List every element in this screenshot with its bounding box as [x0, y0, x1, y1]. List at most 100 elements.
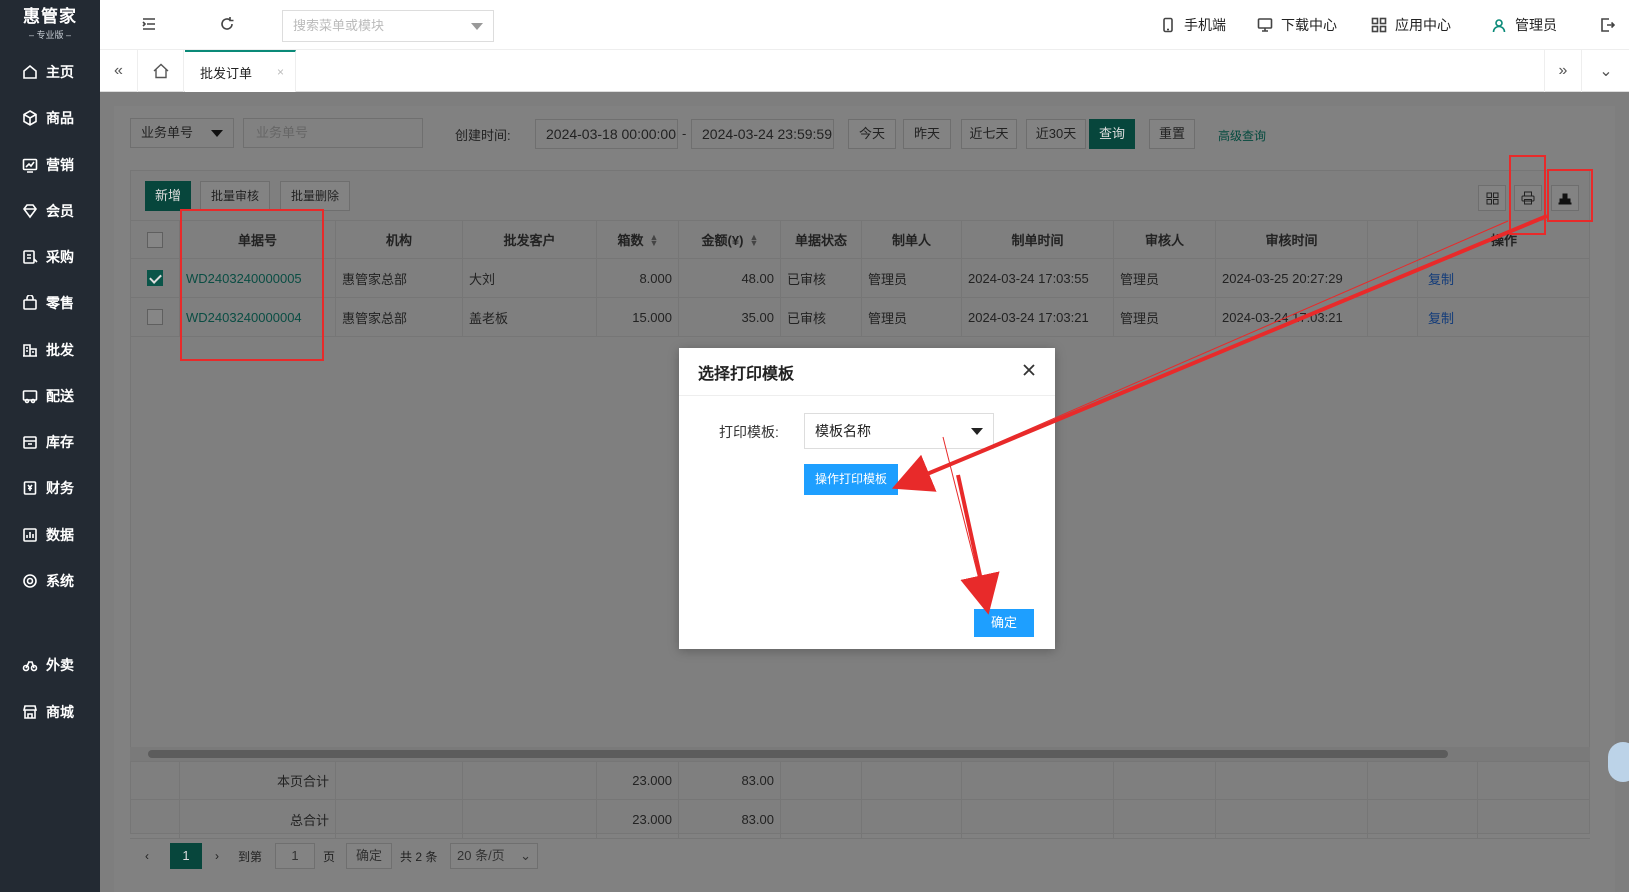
page-total-boxes: 23.000 [597, 762, 679, 799]
last7-button[interactable]: 近七天 [961, 119, 1017, 149]
finance-icon [23, 481, 37, 495]
filter-field-input[interactable]: 业务单号 [243, 118, 423, 148]
header-customer[interactable]: 批发客户 [463, 221, 597, 258]
template-select[interactable]: 模板名称 [804, 413, 994, 449]
sidebar-item-label: 主页 [46, 64, 74, 80]
total-spacer [130, 762, 180, 799]
sidebar-item-system[interactable]: 系统 [0, 566, 100, 596]
row-checkbox[interactable] [146, 309, 163, 325]
dialog-title: 选择打印模板 [679, 348, 1055, 396]
close-icon[interactable]: × [277, 65, 284, 79]
column-settings-button[interactable] [1478, 185, 1506, 211]
logout-button[interactable] [1599, 0, 1623, 50]
sidebar-item-label: 商品 [46, 110, 74, 126]
pager-next[interactable]: › [215, 843, 219, 869]
horizontal-scrollbar[interactable] [130, 747, 1590, 761]
sidebar-item-goods[interactable]: 商品 [0, 103, 100, 133]
grid-icon [1486, 192, 1498, 204]
tabs-prev-button[interactable]: « [100, 50, 138, 92]
confirm-button[interactable]: 确定 [974, 609, 1034, 637]
sidebar-item-purchase[interactable]: 采购 [0, 242, 100, 272]
download-center-link[interactable]: 下载中心 [1257, 0, 1337, 50]
boxes-cell: 8.000 [597, 259, 679, 297]
scroll-thumb[interactable] [148, 750, 1448, 758]
menu-toggle-icon[interactable] [140, 15, 158, 33]
sort-icon[interactable]: ▲ ▼ [749, 232, 758, 247]
search-placeholder: 搜索菜单或模块 [293, 18, 385, 33]
audited-at-cell: 2024-03-25 20:27:29 [1216, 259, 1368, 297]
date-from-input[interactable]: 2024-03-18 00:00:00 [535, 119, 678, 149]
table-row[interactable]: WD2403240000005 惠管家总部 大刘 8.000 48.00 已审核… [130, 259, 1590, 298]
assistant-bubble[interactable] [1608, 742, 1629, 782]
auditor-cell: 管理员 [1114, 259, 1216, 297]
reset-button[interactable]: 重置 [1149, 119, 1195, 149]
filter-field-select[interactable]: 业务单号 [130, 118, 234, 148]
total-spacer [962, 800, 1114, 838]
today-button[interactable]: 今天 [848, 119, 896, 149]
batch-delete-button[interactable]: 批量删除 [280, 181, 350, 211]
refresh-icon[interactable] [218, 15, 236, 33]
total-spacer [1114, 762, 1216, 799]
copy-link[interactable]: 复制 [1418, 259, 1590, 297]
page-size-select[interactable]: 20 条/页 ⌄ [450, 843, 538, 869]
header-amount-label: 金额(¥) [701, 233, 744, 248]
sidebar-item-retail[interactable]: 零售 [0, 288, 100, 318]
yesterday-button[interactable]: 昨天 [903, 119, 951, 149]
select-all-checkbox[interactable] [146, 231, 163, 248]
page-current[interactable]: 1 [170, 843, 202, 869]
user-menu[interactable]: 管理员 [1491, 0, 1557, 50]
goto-page-input[interactable]: 1 [275, 843, 315, 869]
header-boxes[interactable]: 箱数 ▲ ▼ [597, 221, 679, 258]
download-label: 下载中心 [1281, 17, 1337, 33]
home-icon [23, 64, 37, 79]
sidebar-item-takeout[interactable]: 外卖 [0, 650, 100, 680]
header-created-at[interactable]: 制单时间 [962, 221, 1114, 258]
tabs-next-button[interactable]: » [1544, 50, 1582, 92]
total-spacer [463, 800, 597, 838]
pager-prev[interactable]: ‹ [145, 843, 149, 869]
manage-template-button[interactable]: 操作打印模板 [804, 464, 898, 495]
header-amount[interactable]: 金额(¥) ▲ ▼ [679, 221, 781, 258]
sidebar-item-data[interactable]: 数据 [0, 520, 100, 550]
last30-button[interactable]: 近30天 [1026, 119, 1086, 149]
date-to-input[interactable]: 2024-03-24 23:59:59 [691, 119, 834, 149]
creator-cell: 管理员 [862, 298, 962, 336]
menu-search-input[interactable]: 搜索菜单或模块 [282, 10, 494, 42]
apps-label: 应用中心 [1395, 17, 1451, 33]
sidebar-item-wholesale[interactable]: 批发 [0, 335, 100, 365]
sidebar-item-inventory[interactable]: 库存 [0, 427, 100, 457]
amount-cell: 35.00 [679, 298, 781, 336]
mobile-link[interactable]: 手机端 [1160, 0, 1226, 50]
sidebar-item-delivery[interactable]: 配送 [0, 381, 100, 411]
header-auditor[interactable]: 审核人 [1114, 221, 1216, 258]
total-spacer [336, 762, 463, 799]
sidebar-item-finance[interactable]: 财务 [0, 473, 100, 503]
sidebar-item-home[interactable]: 主页 [0, 57, 100, 87]
advanced-query-link[interactable]: 高级查询 [1218, 127, 1266, 144]
sidebar-item-mall[interactable]: 商城 [0, 697, 100, 727]
header-creator[interactable]: 制单人 [862, 221, 962, 258]
close-icon[interactable] [1021, 362, 1039, 380]
sidebar-item-member[interactable]: 会员 [0, 196, 100, 226]
header-status[interactable]: 单据状态 [781, 221, 862, 258]
app-center-link[interactable]: 应用中心 [1371, 0, 1451, 50]
sidebar-item-marketing[interactable]: 营销 [0, 150, 100, 180]
user-label: 管理员 [1515, 17, 1557, 33]
tab-wholesale-order[interactable]: 批发订单 × [185, 50, 296, 92]
annotation-print-button [1509, 155, 1546, 235]
query-button[interactable]: 查询 [1089, 119, 1135, 149]
tabs-menu-button[interactable]: ⌄ [1587, 50, 1625, 92]
batch-audit-button[interactable]: 批量审核 [200, 181, 270, 211]
copy-link[interactable]: 复制 [1418, 298, 1590, 336]
sort-icon[interactable]: ▲ ▼ [650, 232, 659, 247]
row-checkbox[interactable] [146, 270, 163, 286]
customer-cell: 大刘 [463, 259, 597, 297]
table-row[interactable]: WD2403240000004 惠管家总部 盖老板 15.000 35.00 已… [130, 298, 1590, 337]
goto-confirm-button[interactable]: 确定 [346, 843, 392, 869]
add-button[interactable]: 新增 [145, 181, 191, 211]
header-org[interactable]: 机构 [336, 221, 463, 258]
total-spacer [1216, 762, 1368, 799]
created-at-cell: 2024-03-24 17:03:55 [962, 259, 1114, 297]
tab-home[interactable] [138, 50, 184, 92]
header-audited-at[interactable]: 审核时间 [1216, 221, 1368, 258]
